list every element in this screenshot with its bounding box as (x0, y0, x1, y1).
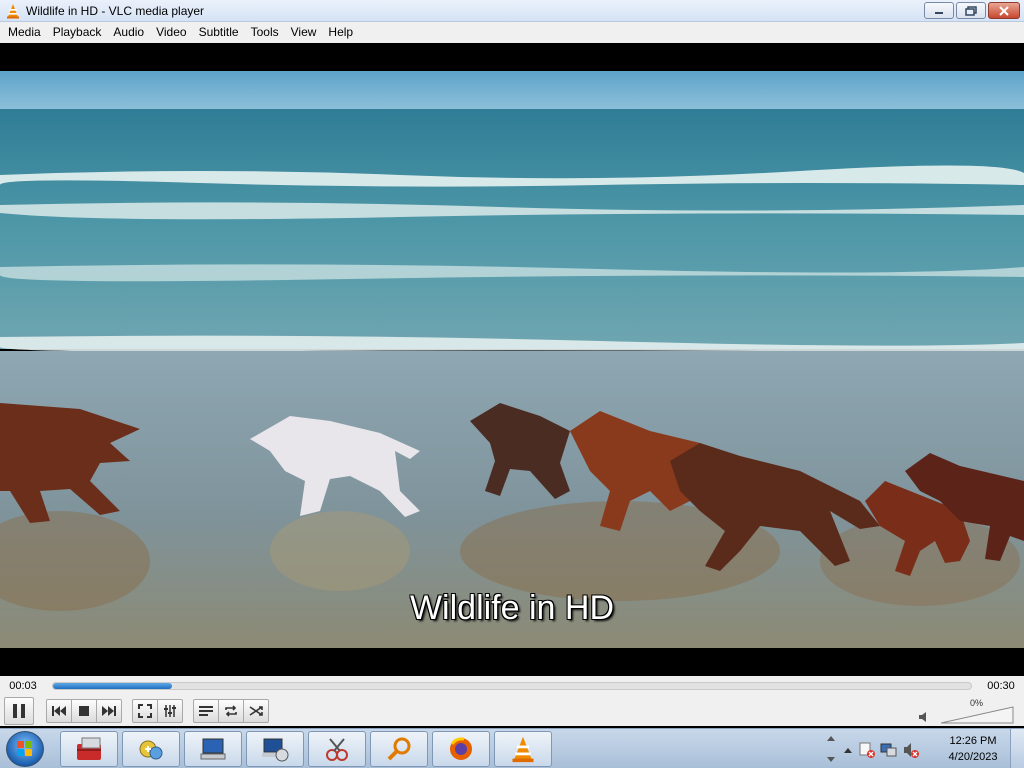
extended-settings-button[interactable] (157, 699, 183, 723)
taskbar-computer[interactable] (184, 731, 242, 767)
vlc-icon (512, 736, 534, 763)
equalizer-icon (164, 705, 176, 717)
scroll-arrows-icon (827, 736, 835, 762)
close-icon (999, 5, 1009, 16)
taskbar-snipping-tool[interactable] (308, 731, 366, 767)
volume-control[interactable]: 0% (918, 698, 1018, 724)
playlist-button[interactable] (193, 699, 219, 723)
minimize-button[interactable] (924, 2, 954, 19)
taskbar-search[interactable] (370, 731, 428, 767)
seek-progress (53, 683, 173, 689)
total-time[interactable]: 00:30 (978, 680, 1024, 692)
volume-tray-icon[interactable] (902, 741, 920, 759)
window-title: Wildlife in HD - VLC media player (26, 3, 205, 18)
windows-logo-icon (17, 741, 32, 756)
video-area[interactable]: Wildlife in HD (0, 43, 1024, 676)
playlist-icon (199, 706, 213, 716)
menu-bar: Media Playback Audio Video Subtitle Tool… (0, 22, 1024, 43)
minimize-icon (935, 11, 943, 14)
clock-date: 4/20/2023 (948, 751, 998, 763)
title-bar: Wildlife in HD - VLC media player (0, 0, 1024, 22)
menu-help[interactable]: Help (322, 22, 359, 43)
maximize-button[interactable] (956, 2, 986, 19)
menu-audio[interactable]: Audio (107, 22, 150, 43)
system-clock[interactable]: 12:26 PM 4/20/2023 (940, 733, 1006, 765)
fullscreen-button[interactable] (132, 699, 158, 723)
menu-media[interactable]: Media (2, 22, 47, 43)
menu-tools[interactable]: Tools (245, 22, 285, 43)
taskbar-vlc[interactable] (494, 731, 552, 767)
firefox-icon (450, 737, 472, 760)
taskbar: 12:26 PM 4/20/2023 (0, 728, 1024, 768)
menu-view[interactable]: View (285, 22, 323, 43)
shuffle-button[interactable] (243, 699, 269, 723)
previous-icon (52, 706, 66, 716)
seek-row: 00:03 00:30 (0, 676, 1024, 696)
loop-button[interactable] (218, 699, 244, 723)
snipping-tool-icon (326, 738, 348, 761)
stop-icon (79, 706, 89, 716)
toolbox-icon (77, 737, 101, 760)
loop-icon (225, 705, 237, 717)
network-status-icon[interactable] (880, 741, 898, 759)
stop-button[interactable] (71, 699, 97, 723)
fullscreen-icon (138, 704, 152, 718)
show-hidden-icons-icon[interactable] (842, 744, 854, 756)
taskbar-toolbox[interactable] (60, 731, 118, 767)
show-desktop-button[interactable] (1010, 729, 1024, 768)
subtitle-text: Wildlife in HD (409, 589, 615, 627)
pause-icon (13, 704, 25, 718)
system-tray (842, 739, 920, 761)
control-panel-icon (139, 740, 163, 760)
next-icon (102, 706, 116, 716)
taskbar-network[interactable] (246, 731, 304, 767)
previous-button[interactable] (46, 699, 72, 723)
menu-subtitle[interactable]: Subtitle (193, 22, 245, 43)
close-button[interactable] (988, 2, 1020, 19)
elapsed-time[interactable]: 00:03 (0, 680, 46, 692)
start-button[interactable] (6, 731, 44, 767)
restore-icon (965, 5, 977, 16)
pause-button[interactable] (4, 697, 34, 725)
menu-video[interactable]: Video (150, 22, 192, 43)
taskbar-scroll[interactable] (824, 731, 838, 767)
shuffle-icon (249, 706, 263, 716)
search-icon (387, 737, 411, 761)
computer-icon (200, 738, 226, 760)
controls-bar: 0% (0, 696, 1024, 726)
video-frame (0, 71, 1024, 648)
taskbar-firefox[interactable] (432, 731, 490, 767)
clock-time: 12:26 PM (949, 735, 997, 747)
next-button[interactable] (96, 699, 122, 723)
action-center-icon[interactable] (858, 741, 876, 759)
seek-bar[interactable] (52, 682, 972, 690)
network-icon (262, 738, 289, 762)
taskbar-control-panel[interactable] (122, 731, 180, 767)
speaker-icon (919, 712, 926, 722)
vlc-icon (7, 3, 19, 18)
menu-playback[interactable]: Playback (47, 22, 108, 43)
volume-slider[interactable] (940, 706, 1014, 724)
